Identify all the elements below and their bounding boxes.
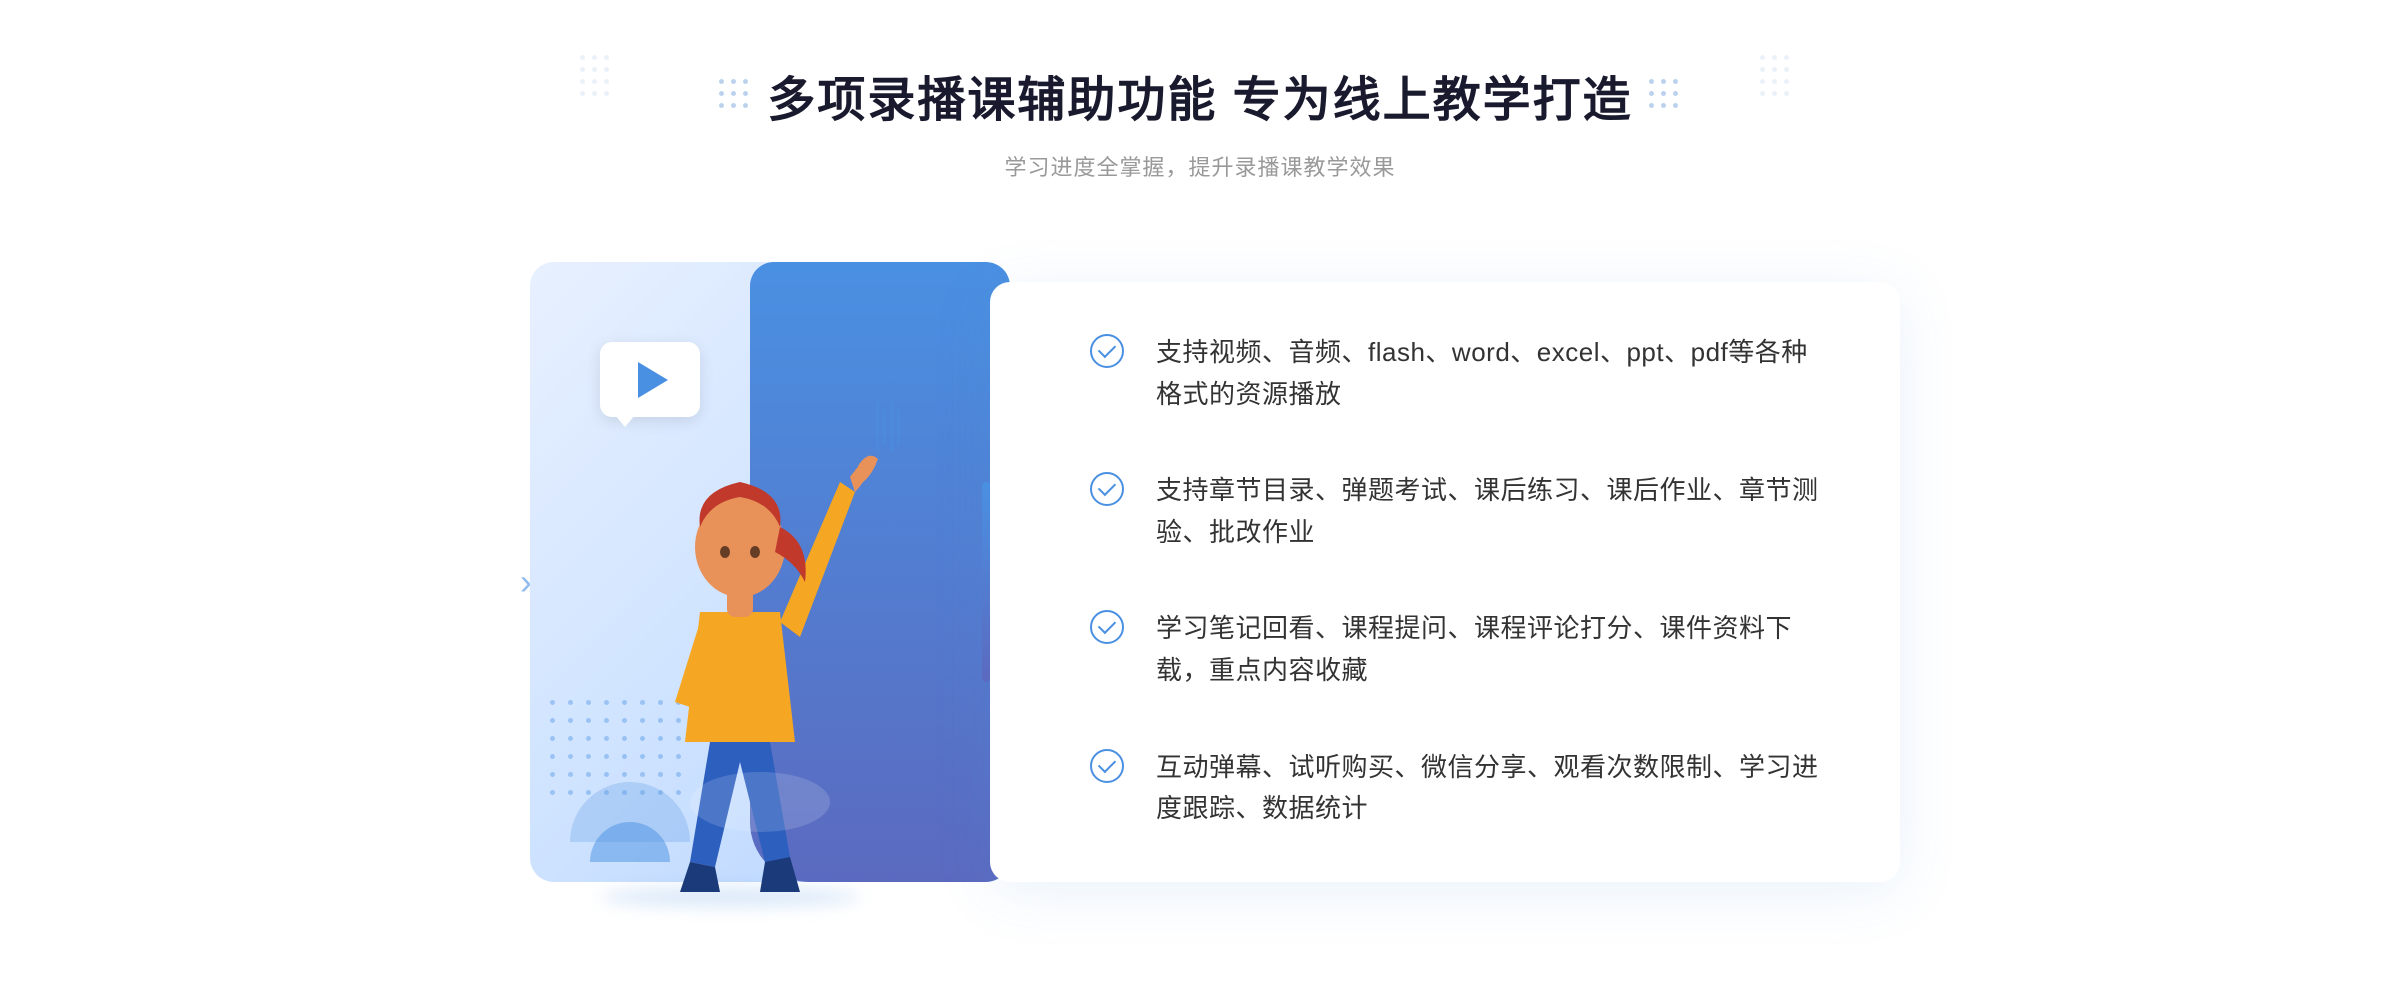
check-circle-3 [1090,610,1124,644]
illustration-section [470,242,1030,922]
title-dots-right [1649,79,1681,111]
person-svg [600,362,880,922]
vert-line-4 [897,410,900,445]
check-icon-1 [1090,334,1126,370]
feature-text-4: 互动弹幕、试听购买、微信分享、观看次数限制、学习进度跟踪、数据统计 [1156,747,1820,830]
feature-text-3: 学习笔记回看、课程提问、课程评论打分、课件资料下载，重点内容收藏 [1156,608,1820,691]
title-dots-left [719,79,751,111]
feature-item-1: 支持视频、音频、flash、word、excel、ppt、pdf等各种格式的资源… [1090,332,1820,415]
dots-decoration-left [580,55,640,115]
page-wrapper: 多项录播课辅助功能 专为线上教学打造 学习进度全掌握，提升录播课教学效果 » [0,0,2400,1002]
content-area: » [500,242,1900,922]
check-circle-1 [1090,334,1124,368]
vert-line-2 [883,410,886,445]
vert-line-3 [890,402,893,452]
header-section: 多项录播课辅助功能 专为线上教学打造 学习进度全掌握，提升录播课教学效果 [719,60,1680,182]
feature-text-1: 支持视频、音频、flash、word、excel、ppt、pdf等各种格式的资源… [1156,332,1820,415]
features-left-bar [982,482,990,682]
subtitle-text: 学习进度全掌握，提升录播课教学效果 [719,150,1680,182]
feature-item-4: 互动弹幕、试听购买、微信分享、观看次数限制、学习进度跟踪、数据统计 [1090,747,1820,830]
main-title: 多项录播课辅助功能 专为线上教学打造 [719,60,1680,130]
person-figure [600,362,880,922]
check-icon-4 [1090,749,1126,785]
feature-text-2: 支持章节目录、弹题考试、课后练习、课后作业、章节测验、批改作业 [1156,470,1820,553]
feature-item-2: 支持章节目录、弹题考试、课后练习、课后作业、章节测验、批改作业 [1090,470,1820,553]
check-circle-2 [1090,472,1124,506]
check-circle-4 [1090,749,1124,783]
feature-item-3: 学习笔记回看、课程提问、课程评论打分、课件资料下载，重点内容收藏 [1090,608,1820,691]
check-icon-2 [1090,472,1126,508]
check-icon-3 [1090,610,1126,646]
features-section: 支持视频、音频、flash、word、excel、ppt、pdf等各种格式的资源… [990,282,1900,882]
title-text: 多项录播课辅助功能 专为线上教学打造 [767,60,1632,130]
dots-decoration-right [1760,55,1820,115]
